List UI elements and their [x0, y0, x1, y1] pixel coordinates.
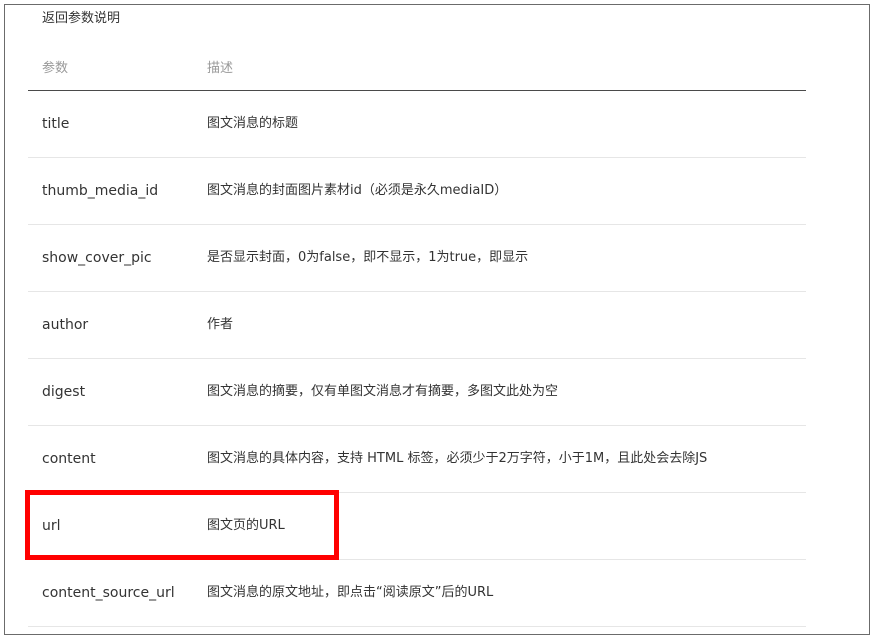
table-header: 参数 描述 [28, 48, 806, 91]
param-desc: 作者 [207, 317, 234, 332]
column-header-desc: 描述 [207, 61, 234, 76]
param-name: author [42, 317, 89, 333]
param-name: content [42, 451, 96, 467]
param-name: url [42, 518, 61, 534]
table-row: thumb_media_id 图文消息的封面图片素材id（必须是永久mediaI… [28, 158, 806, 225]
table-row: content 图文消息的具体内容，支持 HTML 标签，必须少于2万字符，小于… [28, 426, 806, 493]
table-caption: 返回参数说明 [42, 11, 121, 26]
param-desc: 图文消息的原文地址，即点击“阅读原文”后的URL [207, 585, 494, 600]
param-desc: 图文消息的封面图片素材id（必须是永久mediaID） [207, 183, 508, 198]
param-name: thumb_media_id [42, 183, 159, 199]
params-table: 参数 描述 title 图文消息的标题 thumb_media_id 图文消息的… [28, 48, 806, 627]
param-name: digest [42, 384, 86, 400]
column-header-param: 参数 [42, 61, 69, 76]
table-row: title 图文消息的标题 [28, 91, 806, 158]
param-desc: 图文消息的摘要，仅有单图文消息才有摘要，多图文此处为空 [207, 384, 559, 399]
param-desc: 图文消息的具体内容，支持 HTML 标签，必须少于2万字符，小于1M，且此处会去… [207, 451, 708, 466]
table-row: show_cover_pic 是否显示封面，0为false，即不显示，1为tru… [28, 225, 806, 292]
table-row: digest 图文消息的摘要，仅有单图文消息才有摘要，多图文此处为空 [28, 359, 806, 426]
param-name: show_cover_pic [42, 250, 152, 266]
table-row: author 作者 [28, 292, 806, 359]
param-name: content_source_url [42, 585, 175, 601]
param-desc: 是否显示封面，0为false，即不显示，1为true，即显示 [207, 250, 529, 265]
param-name: title [42, 116, 70, 132]
param-desc: 图文页的URL [207, 518, 285, 533]
param-desc: 图文消息的标题 [207, 116, 299, 131]
table-row: url 图文页的URL [28, 493, 806, 560]
table-row: content_source_url 图文消息的原文地址，即点击“阅读原文”后的… [28, 560, 806, 627]
